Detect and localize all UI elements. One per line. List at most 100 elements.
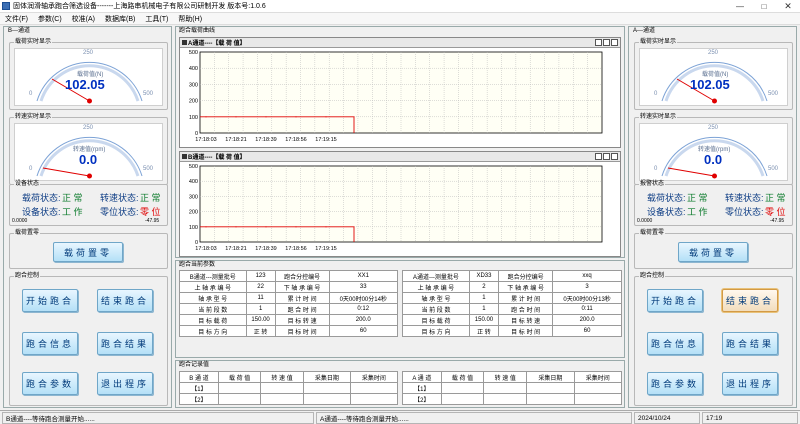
a-load-scale-mid: 250 bbox=[708, 50, 719, 56]
b-speed-status-value: 正 常 bbox=[140, 193, 161, 203]
record-table-b: B 通 道载 荷 值转 速 值采集日期 采集时间 【1】 【2】 bbox=[179, 371, 399, 405]
b-channel-panel: B---通道 载荷实时显示 0 250 500 载荷值(N) 102.05 转速… bbox=[3, 26, 172, 408]
chart-a-xtick: 17:19:15 bbox=[315, 137, 336, 143]
params-a-cell: 当 前 段 数 bbox=[402, 303, 470, 315]
b-zero-group: 载荷置零 载荷置零 bbox=[9, 230, 168, 269]
params-b-cell: 123 bbox=[245, 270, 276, 282]
chart-a-header: A通道----【载 荷 值】 bbox=[180, 38, 620, 48]
b-device-status-value: 工 作 bbox=[62, 207, 83, 217]
a-load-display-label: 载荷实时显示 bbox=[639, 39, 678, 46]
record-a-row: 【2】 bbox=[402, 393, 623, 405]
app-icon bbox=[2, 2, 10, 10]
record-table-a: A 通 道载 荷 值转 速 值采集日期 采集时间 【1】 【2】 bbox=[402, 371, 623, 405]
record-b-cell: 转 速 值 bbox=[260, 371, 304, 383]
title-bar: 固体润滑轴承跑合筛选设备-------上海路串机械电子有限公司研制开发 版本号:… bbox=[0, 0, 800, 13]
a-speed-scale-mid: 250 bbox=[708, 125, 719, 131]
chart-b-minimize-icon[interactable] bbox=[595, 153, 602, 160]
menu-tools[interactable]: 工具(T) bbox=[140, 14, 173, 24]
chart-b-close-icon[interactable] bbox=[611, 153, 618, 160]
record-b-cell: 采集日期 bbox=[302, 371, 351, 383]
a-result-button[interactable]: 跑合结果 bbox=[722, 332, 778, 355]
b-exit-button[interactable]: 退出程序 bbox=[97, 372, 153, 395]
a-alarm-status-group: 报警状态 载荷状态: 正 常 转速状态: 正 常 设备状态: 工 作 零位状态:… bbox=[634, 181, 793, 226]
b-params-button[interactable]: 跑合参数 bbox=[22, 372, 78, 395]
b-speed-display-group: 转速实时显示 0 250 500 转速值(rpm) 0.0 bbox=[9, 114, 168, 185]
params-b-row: 目 标 方 向正 转目 标 时 间 60 bbox=[179, 325, 399, 337]
a-control-group: 跑合控制 开始跑合 结束跑合 跑合信息 跑合结果 跑合参数 退出程序 bbox=[634, 273, 793, 406]
params-a-cell: 轴 承 型 号 bbox=[402, 292, 470, 304]
params-b-cell: 目 标 方 向 bbox=[179, 325, 247, 337]
b-status-left-number: 0.0000 bbox=[12, 218, 28, 224]
a-speed-scale-min: 0 bbox=[654, 166, 658, 172]
params-a-row: A通道---测量批号 XD33 跑合分控编号 xxq bbox=[402, 270, 622, 282]
record-b-cell: 载 荷 值 bbox=[217, 371, 262, 383]
b-stop-button[interactable]: 结束跑合 bbox=[97, 289, 153, 312]
params-a-cell: 3 bbox=[552, 281, 622, 293]
chart-b-point bbox=[205, 226, 207, 228]
record-a-cell: 【2】 bbox=[402, 393, 442, 405]
menu-bar: 文件(F) 参数(C) 校准(A) 数据库(B) 工具(T) 帮助(H) bbox=[0, 13, 800, 25]
a-info-button[interactable]: 跑合信息 bbox=[647, 332, 703, 355]
params-b-cell: 0天00时00分14秒 bbox=[328, 292, 399, 304]
record-panel: 跑合记录值 B 通 道载 荷 值转 速 值采集日期 采集时间 【1】 【2】 A 通 … bbox=[175, 360, 625, 408]
a-zero-button[interactable]: 载荷置零 bbox=[678, 242, 748, 262]
b-load-scale-mid: 250 bbox=[83, 50, 94, 56]
chart-a-maximize-icon[interactable] bbox=[603, 39, 610, 46]
b-info-button[interactable]: 跑合信息 bbox=[22, 332, 78, 355]
menu-database[interactable]: 数据库(B) bbox=[100, 14, 140, 24]
params-b-row: B通道---测量批号 123 跑合分控编号 XX1 bbox=[179, 270, 399, 282]
menu-calibrate[interactable]: 校准(A) bbox=[67, 14, 100, 24]
params-b-cell: 当 前 段 数 bbox=[179, 303, 247, 315]
params-b-cell: 轴 承 型 号 bbox=[179, 292, 247, 304]
b-speed-scale-min: 0 bbox=[29, 166, 33, 172]
minimize-icon[interactable]: — bbox=[728, 0, 752, 13]
params-a-cell: 1 bbox=[468, 292, 500, 304]
b-result-button[interactable]: 跑合结果 bbox=[97, 332, 153, 355]
menu-params[interactable]: 参数(C) bbox=[33, 14, 67, 24]
params-b-cell: 目 标 载 荷 bbox=[179, 314, 247, 326]
b-load-scale-max: 500 bbox=[143, 91, 154, 97]
params-a-cell: 下 轴 承 编 号 bbox=[498, 281, 554, 293]
params-a-cell: 目 标 转 速 bbox=[498, 314, 554, 326]
b-control-label: 跑合控制 bbox=[14, 273, 41, 280]
menu-help[interactable]: 帮助(H) bbox=[173, 14, 207, 24]
params-a-row: 轴 承 型 号1累 计 时 间 0天00时00分13秒 bbox=[402, 292, 622, 304]
a-status-right-number: -47.95 bbox=[770, 218, 785, 224]
b-start-button[interactable]: 开始跑合 bbox=[22, 289, 78, 312]
a-params-button[interactable]: 跑合参数 bbox=[647, 372, 703, 395]
a-exit-button[interactable]: 退出程序 bbox=[722, 372, 778, 395]
a-load-status-value: 正 常 bbox=[687, 193, 708, 203]
chart-b-maximize-icon[interactable] bbox=[603, 153, 610, 160]
a-speed-value: 0.0 bbox=[704, 152, 723, 167]
record-b-cell bbox=[349, 382, 399, 394]
params-b-cell: B通道---测量批号 bbox=[179, 270, 247, 282]
maximize-icon[interactable]: □ bbox=[752, 0, 776, 13]
chart-b-point bbox=[265, 226, 267, 228]
a-speed-status-value: 正 常 bbox=[765, 193, 786, 203]
close-icon[interactable]: ✕ bbox=[776, 0, 800, 13]
a-speed-gauge: 0 250 500 转速值(rpm) 0.0 bbox=[639, 123, 788, 181]
record-a-cell: A 通 道 bbox=[402, 371, 442, 383]
chart-a-point bbox=[325, 116, 327, 118]
a-load-gauge: 0 250 500 载荷值(N) 102.05 bbox=[639, 48, 788, 106]
chart-a-minimize-icon[interactable] bbox=[595, 39, 602, 46]
params-table-b: B通道---测量批号 123 跑合分控编号 XX1 上 轴 承 编 号 22 下 轴 承 编… bbox=[179, 270, 399, 337]
a-speed-display-group: 转速实时显示 0 250 500 转速值(rpm) 0.0 bbox=[634, 114, 793, 185]
chart-b-point bbox=[325, 226, 327, 228]
chart-a-ytick: 500 bbox=[189, 50, 198, 56]
record-a-cell bbox=[526, 382, 575, 394]
chart-a-ytick: 100 bbox=[189, 115, 198, 121]
params-b-cell: 33 bbox=[328, 281, 399, 293]
a-start-button[interactable]: 开始跑合 bbox=[647, 289, 703, 312]
a-stop-button[interactable]: 结束跑合 bbox=[722, 289, 778, 312]
chart-b-xtick: 17:19:15 bbox=[315, 246, 336, 252]
record-a-cell: 转 速 值 bbox=[483, 371, 528, 383]
chart-a-close-icon[interactable] bbox=[611, 39, 618, 46]
b-zero-button[interactable]: 载荷置零 bbox=[53, 242, 123, 262]
window-title: 固体润滑轴承跑合筛选设备-------上海路串机械电子有限公司研制开发 版本号:… bbox=[13, 3, 266, 10]
b-zero-label: 载荷置零 bbox=[14, 230, 41, 237]
params-a-row: 目 标 载 荷 150.00 目 标 转 速 200.0 bbox=[402, 314, 622, 326]
menu-file[interactable]: 文件(F) bbox=[0, 14, 33, 24]
b-load-status-value: 正 常 bbox=[62, 193, 83, 203]
status-time: 17:19 bbox=[702, 412, 798, 424]
